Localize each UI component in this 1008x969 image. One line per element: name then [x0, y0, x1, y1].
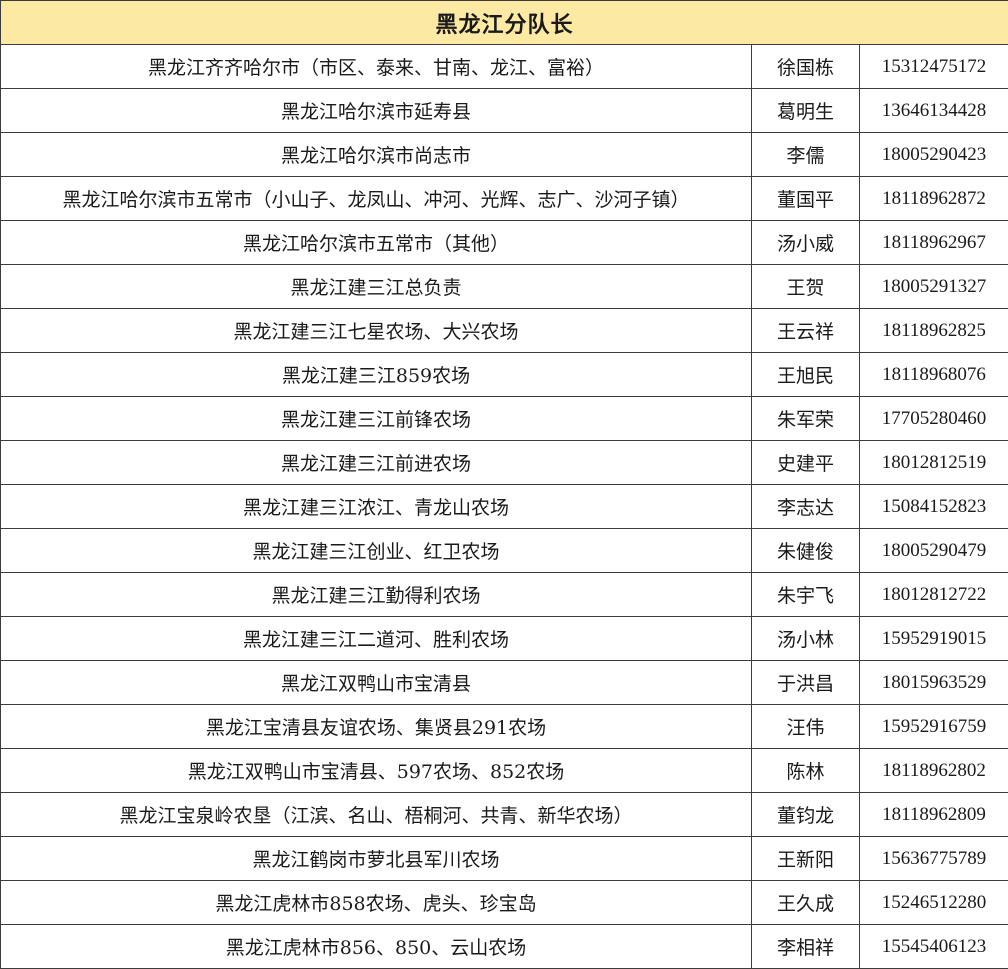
name-cell: 王新阳 — [751, 836, 860, 881]
area-cell: 黑龙江哈尔滨市尚志市 — [0, 132, 752, 177]
table-row: 黑龙江齐齐哈尔市（市区、泰来、甘南、龙江、富裕） 徐国栋 15312475172 — [0, 44, 1008, 89]
name-cell: 史建平 — [751, 440, 860, 485]
table-row: 黑龙江哈尔滨市尚志市 李儒 18005290423 — [0, 132, 1008, 177]
area-cell: 黑龙江虎林市858农场、虎头、珍宝岛 — [0, 880, 752, 925]
phone-cell: 18015963529 — [858, 660, 1008, 705]
name-cell: 王贺 — [751, 264, 860, 309]
name-cell: 朱健俊 — [751, 528, 860, 573]
phone-cell: 18118968076 — [858, 352, 1008, 397]
phone-cell: 18005291327 — [858, 264, 1008, 309]
table-row: 黑龙江虎林市856、850、云山农场 李相祥 15545406123 — [0, 924, 1008, 969]
name-cell: 陈林 — [751, 748, 860, 793]
name-cell: 王旭民 — [751, 352, 860, 397]
table-title: 黑龙江分队长 — [0, 0, 1008, 45]
table-row: 黑龙江建三江859农场 王旭民 18118968076 — [0, 352, 1008, 397]
table-row: 黑龙江双鸭山市宝清县 于洪昌 18015963529 — [0, 660, 1008, 705]
name-cell: 朱宇飞 — [751, 572, 860, 617]
area-cell: 黑龙江双鸭山市宝清县、597农场、852农场 — [0, 748, 752, 793]
name-cell: 李志达 — [751, 484, 860, 529]
phone-cell: 15636775789 — [858, 836, 1008, 881]
name-cell: 汤小林 — [751, 616, 860, 661]
phone-cell: 15952919015 — [858, 616, 1008, 661]
phone-cell: 15545406123 — [858, 924, 1008, 969]
area-cell: 黑龙江齐齐哈尔市（市区、泰来、甘南、龙江、富裕） — [0, 44, 752, 89]
phone-cell: 15084152823 — [858, 484, 1008, 529]
phone-cell: 18118962802 — [858, 748, 1008, 793]
area-cell: 黑龙江哈尔滨市延寿县 — [0, 88, 752, 133]
area-cell: 黑龙江鹤岗市萝北县军川农场 — [0, 836, 752, 881]
area-cell: 黑龙江宝泉岭农垦（江滨、名山、梧桐河、共青、新华农场） — [0, 792, 752, 837]
table-row: 黑龙江哈尔滨市五常市（其他） 汤小威 18118962967 — [0, 220, 1008, 265]
name-cell: 王久成 — [751, 880, 860, 925]
area-cell: 黑龙江建三江859农场 — [0, 352, 752, 397]
area-cell: 黑龙江建三江勤得利农场 — [0, 572, 752, 617]
name-cell: 汪伟 — [751, 704, 860, 749]
table-row: 黑龙江建三江七星农场、大兴农场 王云祥 18118962825 — [0, 308, 1008, 353]
area-cell: 黑龙江双鸭山市宝清县 — [0, 660, 752, 705]
table-row: 黑龙江建三江前锋农场 朱军荣 17705280460 — [0, 396, 1008, 441]
area-cell: 黑龙江建三江二道河、胜利农场 — [0, 616, 752, 661]
phone-cell: 17705280460 — [858, 396, 1008, 441]
table-row: 黑龙江哈尔滨市延寿县 葛明生 13646134428 — [0, 88, 1008, 133]
area-cell: 黑龙江虎林市856、850、云山农场 — [0, 924, 752, 969]
phone-cell: 18005290423 — [858, 132, 1008, 177]
name-cell: 于洪昌 — [751, 660, 860, 705]
phone-cell: 13646134428 — [858, 88, 1008, 133]
area-cell: 黑龙江建三江前进农场 — [0, 440, 752, 485]
table-row: 黑龙江宝泉岭农垦（江滨、名山、梧桐河、共青、新华农场） 董钧龙 1811896280… — [0, 792, 1008, 837]
phone-cell: 18005290479 — [858, 528, 1008, 573]
phone-cell: 18118962825 — [858, 308, 1008, 353]
area-cell: 黑龙江哈尔滨市五常市（其他） — [0, 220, 752, 265]
area-cell: 黑龙江建三江七星农场、大兴农场 — [0, 308, 752, 353]
area-cell: 黑龙江建三江总负责 — [0, 264, 752, 309]
name-cell: 董国平 — [751, 176, 860, 221]
name-cell: 王云祥 — [751, 308, 860, 353]
area-cell: 黑龙江建三江浓江、青龙山农场 — [0, 484, 752, 529]
table-row: 黑龙江建三江创业、红卫农场 朱健俊 18005290479 — [0, 528, 1008, 573]
name-cell: 徐国栋 — [751, 44, 860, 89]
table-body: 黑龙江齐齐哈尔市（市区、泰来、甘南、龙江、富裕） 徐国栋 15312475172 黑龙… — [0, 44, 1008, 969]
table-row: 黑龙江鹤岗市萝北县军川农场 王新阳 15636775789 — [0, 836, 1008, 881]
name-cell: 朱军荣 — [751, 396, 860, 441]
table-row: 黑龙江建三江浓江、青龙山农场 李志达 15084152823 — [0, 484, 1008, 529]
table-row: 黑龙江宝清县友谊农场、集贤县291农场 汪伟 15952916759 — [0, 704, 1008, 749]
title-row: 黑龙江分队长 — [0, 0, 1008, 45]
area-cell: 黑龙江宝清县友谊农场、集贤县291农场 — [0, 704, 752, 749]
phone-cell: 18118962872 — [858, 176, 1008, 221]
table-row: 黑龙江建三江总负责 王贺 18005291327 — [0, 264, 1008, 309]
name-cell: 葛明生 — [751, 88, 860, 133]
table-row: 黑龙江建三江勤得利农场 朱宇飞 18012812722 — [0, 572, 1008, 617]
area-cell: 黑龙江建三江创业、红卫农场 — [0, 528, 752, 573]
phone-cell: 15952916759 — [858, 704, 1008, 749]
name-cell: 董钧龙 — [751, 792, 860, 837]
table-row: 黑龙江双鸭山市宝清县、597农场、852农场 陈林 18118962802 — [0, 748, 1008, 793]
name-cell: 汤小威 — [751, 220, 860, 265]
table-row: 黑龙江建三江前进农场 史建平 18012812519 — [0, 440, 1008, 485]
phone-cell: 15246512280 — [858, 880, 1008, 925]
area-cell: 黑龙江哈尔滨市五常市（小山子、龙凤山、冲河、光辉、志广、沙河子镇） — [0, 176, 752, 221]
phone-cell: 18118962809 — [858, 792, 1008, 837]
table-row: 黑龙江建三江二道河、胜利农场 汤小林 15952919015 — [0, 616, 1008, 661]
phone-cell: 15312475172 — [858, 44, 1008, 89]
name-cell: 李儒 — [751, 132, 860, 177]
phone-cell: 18012812722 — [858, 572, 1008, 617]
area-cell: 黑龙江建三江前锋农场 — [0, 396, 752, 441]
table-row: 黑龙江虎林市858农场、虎头、珍宝岛 王久成 15246512280 — [0, 880, 1008, 925]
name-cell: 李相祥 — [751, 924, 860, 969]
phone-cell: 18012812519 — [858, 440, 1008, 485]
contact-table: 黑龙江分队长 黑龙江齐齐哈尔市（市区、泰来、甘南、龙江、富裕） 徐国栋 153124… — [0, 0, 1008, 969]
table-row: 黑龙江哈尔滨市五常市（小山子、龙凤山、冲河、光辉、志广、沙河子镇） 董国平 1811… — [0, 176, 1008, 221]
phone-cell: 18118962967 — [858, 220, 1008, 265]
